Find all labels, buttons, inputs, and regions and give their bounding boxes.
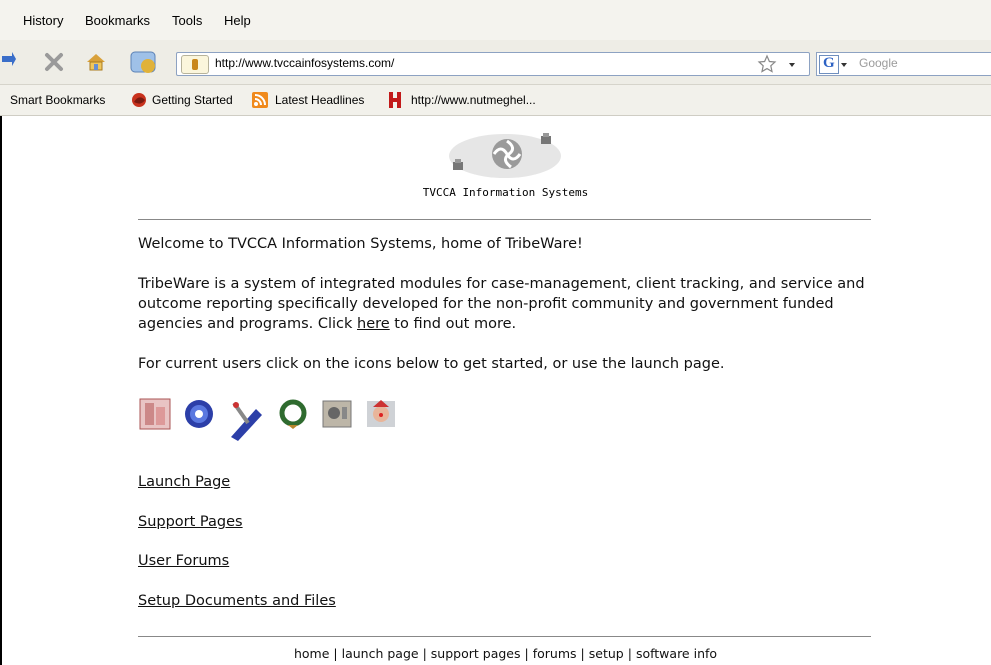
- module-clown-icon[interactable]: [364, 397, 398, 431]
- google-engine-icon[interactable]: G: [819, 55, 839, 74]
- footer-software-info-link[interactable]: software info: [636, 646, 717, 661]
- module-tools-icon[interactable]: [226, 397, 266, 441]
- search-bar[interactable]: G Google: [816, 52, 991, 76]
- bottom-divider: [138, 636, 871, 637]
- top-divider: [138, 219, 871, 220]
- rss-feed-icon: [252, 92, 268, 108]
- launch-page-link[interactable]: Launch Page: [138, 474, 230, 490]
- menu-history[interactable]: History: [23, 13, 63, 28]
- setup-documents-link[interactable]: Setup Documents and Files: [138, 593, 336, 609]
- intro-paragraph: TribeWare is a system of integrated modu…: [138, 274, 878, 334]
- url-dropdown-icon[interactable]: [785, 56, 799, 72]
- intro-text-end: to find out more.: [389, 316, 517, 332]
- logo-caption: TVCCA Information Systems: [422, 186, 589, 199]
- footer-nav: home | launch page | support pages | forums | se…: [293, 646, 718, 661]
- search-engine-dropdown-icon[interactable]: [839, 56, 851, 72]
- nutmeg-site-icon: [388, 91, 402, 109]
- welcome-text: Welcome to TVCCA Information Systems, ho…: [138, 236, 583, 252]
- support-pages-link[interactable]: Support Pages: [138, 514, 243, 530]
- greasemonkey-icon[interactable]: [128, 48, 158, 76]
- firefox-icon: [131, 92, 147, 108]
- module-icons: [138, 397, 408, 441]
- module-gear-icon[interactable]: [182, 397, 216, 431]
- module-safe-icon[interactable]: [320, 397, 354, 431]
- current-users-text: For current users click on the icons bel…: [138, 356, 725, 372]
- address-bar[interactable]: http://www.tvccainfosystems.com/: [176, 52, 810, 76]
- browser-window: History Bookmarks Tools Help http://www.…: [0, 0, 991, 665]
- tvcca-logo: [445, 126, 565, 186]
- module-doors-icon[interactable]: [138, 397, 172, 431]
- url-text[interactable]: http://www.tvccainfosystems.com/: [215, 56, 394, 70]
- bookmark-getting-started[interactable]: Getting Started: [152, 93, 233, 107]
- here-link[interactable]: here: [357, 316, 390, 332]
- footer-forums-link[interactable]: forums: [533, 646, 577, 661]
- search-input[interactable]: Google: [859, 56, 898, 70]
- bookmark-star-icon[interactable]: [757, 54, 777, 74]
- menu-tools[interactable]: Tools: [172, 13, 202, 28]
- reload-icon[interactable]: [0, 50, 16, 72]
- user-forums-link[interactable]: User Forums: [138, 553, 229, 569]
- stop-icon[interactable]: [42, 50, 66, 74]
- footer-support-pages-link[interactable]: support pages: [431, 646, 521, 661]
- bookmarks-toolbar: Smart Bookmarks Getting Started Latest H…: [0, 85, 991, 116]
- site-identity-icon[interactable]: [181, 55, 209, 74]
- menu-bar: History Bookmarks Tools Help: [0, 0, 991, 41]
- footer-setup-link[interactable]: setup: [589, 646, 624, 661]
- menu-bookmarks[interactable]: Bookmarks: [85, 13, 150, 28]
- home-icon[interactable]: [84, 50, 108, 74]
- menu-help[interactable]: Help: [224, 13, 251, 28]
- footer-launch-page-link[interactable]: launch page: [342, 646, 419, 661]
- bookmark-nutmeghel[interactable]: http://www.nutmeghel...: [411, 93, 536, 107]
- module-wreath-icon[interactable]: [276, 397, 310, 431]
- footer-home-link[interactable]: home: [294, 646, 329, 661]
- bookmark-smart-bookmarks[interactable]: Smart Bookmarks: [10, 93, 105, 107]
- bookmark-latest-headlines[interactable]: Latest Headlines: [275, 93, 364, 107]
